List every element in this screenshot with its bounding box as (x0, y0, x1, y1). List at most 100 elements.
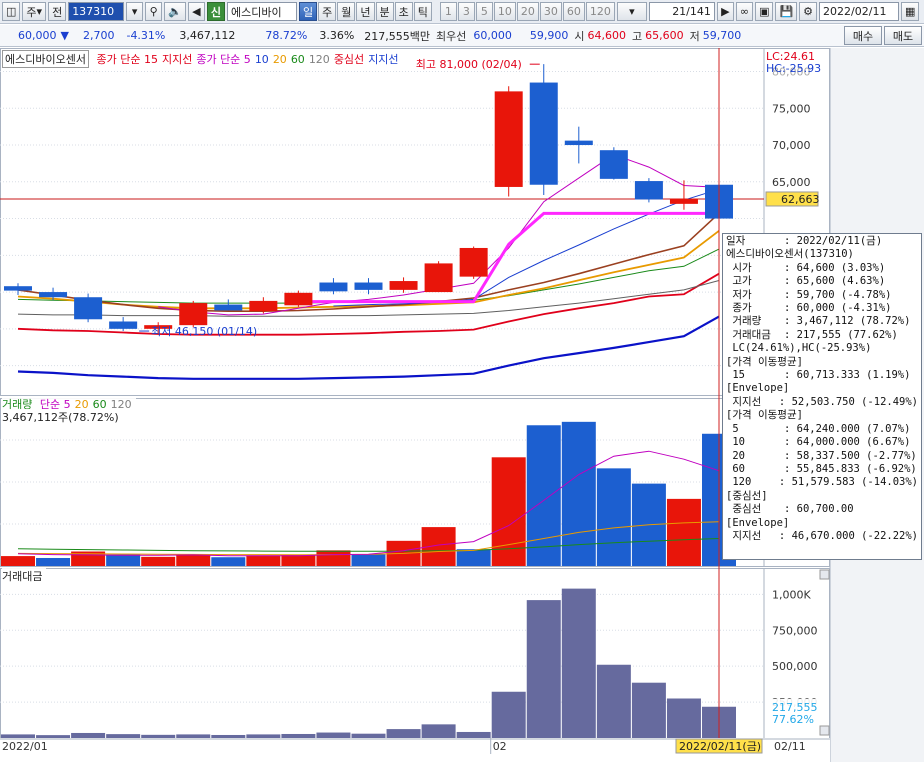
period-tab-3[interactable]: 년 (356, 2, 375, 21)
stock-code-input[interactable]: 137310 (68, 2, 125, 21)
amount-current-pct: 77.62% (772, 713, 814, 726)
price-legend-item-1[interactable]: 지지선 (162, 53, 192, 66)
sell-button[interactable]: 매도 (884, 26, 922, 45)
price-tick-label: 75,000 (772, 102, 811, 115)
link-icon[interactable]: ∞ (735, 2, 754, 21)
price-legend-item-4[interactable]: 20 (273, 53, 287, 66)
popup-line: 120: 51,579.583 (-14.03%) (726, 476, 918, 489)
volume-bar (246, 555, 281, 566)
volume-bar (176, 555, 211, 566)
popup-line: 60: 55,845.833 (-6.92%) (726, 463, 918, 476)
popup-line: [Envelope] (726, 382, 918, 395)
price-legend-item-3[interactable]: 10 (255, 53, 269, 66)
interval-tab-10[interactable]: 10 (493, 2, 516, 21)
popup-line: 시가: 64,600 (3.03%) (726, 262, 918, 275)
open-price: 64,600 (587, 29, 627, 42)
candle-body (109, 321, 138, 329)
high-annotation: 최고 81,000 (02/04) (416, 58, 522, 71)
popup-value: [중심선] (726, 489, 768, 502)
period-tab-5[interactable]: 초 (394, 2, 413, 21)
volume-bar (36, 557, 71, 566)
gear-icon[interactable]: ⚙ (799, 2, 818, 21)
candle-body (319, 282, 348, 292)
calendar-icon[interactable]: ▦ (901, 2, 920, 21)
buy-button[interactable]: 매수 (844, 26, 882, 45)
window-icon[interactable]: ▣ (755, 2, 774, 21)
popup-line: 20: 58,337.500 (-2.77%) (726, 450, 918, 463)
code-dropdown-icon[interactable]: ▾ (126, 2, 144, 21)
popup-line: 중심선: 60,700.00 (726, 503, 918, 516)
speaker-icon[interactable]: 🔈 (164, 2, 186, 21)
next-page-icon[interactable]: ▶ (716, 2, 734, 21)
period-tab-6[interactable]: 틱 (413, 2, 432, 21)
popup-value: [가격 이동평균] (726, 409, 803, 422)
period-tab-1[interactable]: 주 (318, 2, 337, 21)
price-legend-item-5[interactable]: 60 (291, 53, 305, 66)
panel-close-icon (819, 569, 830, 580)
candle-body (459, 247, 488, 277)
interval-tab-3[interactable]: 3 (457, 2, 475, 21)
legend-stock-name[interactable]: 에스디바이오센서 (2, 50, 89, 68)
amount-tick-label: 1,000K (772, 588, 811, 601)
popup-value: : 52,503.750 (-12.49%) (778, 395, 918, 408)
price-tick-label: 70,000 (772, 139, 811, 152)
price-summary-row: 60,000 ▼ 2,700 -4.31% 3,467,112 78.72% 3… (0, 25, 924, 47)
x-axis-label: 2022/01 (2, 740, 48, 753)
period-tab-2[interactable]: 월 (337, 2, 356, 21)
price-legend-item-0[interactable]: 종가 단순 15 (96, 53, 157, 66)
popup-line: [가격 이동평균] (726, 409, 918, 422)
candle-body (599, 150, 628, 179)
save-icon[interactable]: 💾 (775, 2, 798, 21)
amount-bar (421, 724, 456, 738)
popup-key: 지지선 (726, 529, 762, 542)
popup-value: 에스디바이오센서(137310) (726, 248, 854, 261)
prev-stock-icon[interactable]: ◀ (187, 2, 205, 21)
amount-bar (456, 731, 491, 738)
popup-key: 고가 (726, 275, 752, 288)
date-field[interactable]: 2022/02/11 (819, 2, 900, 21)
popup-key: 종가 (726, 302, 752, 315)
popup-value: : 60,700.00 (784, 503, 854, 516)
interval-tab-20[interactable]: 20 (516, 2, 539, 21)
period-tab-4[interactable]: 분 (375, 2, 394, 21)
volume-ratio: 78.72% (265, 29, 308, 42)
interval-tab-30[interactable]: 30 (539, 2, 562, 21)
interval-tab-1[interactable]: 1 (439, 2, 457, 21)
interval-tabs: 1 3 5 10 20 30 60 120 (439, 2, 615, 21)
amount-bar (351, 733, 386, 738)
scope-button[interactable]: 전 (48, 2, 67, 21)
low-annotation: 최저 46,150 (01/14) (151, 325, 257, 338)
volume-bar (141, 556, 176, 566)
volume-bar (211, 557, 246, 566)
layout-icon[interactable]: ◫ (2, 2, 21, 21)
low-price: 59,700 (702, 29, 742, 42)
volume-bar (1, 556, 35, 566)
new-badge[interactable]: 신 (206, 2, 226, 21)
interval-tab-120[interactable]: 120 (585, 2, 615, 21)
price-legend-item-6[interactable]: 120 (309, 53, 330, 66)
popup-line: [중심선] (726, 490, 918, 503)
volume-bar (351, 554, 386, 566)
search-icon[interactable]: ⚲ (145, 2, 163, 21)
popup-line: 저가: 59,700 (-4.78%) (726, 289, 918, 302)
amount-bar (36, 735, 71, 738)
best-price-label: 최우선 (436, 29, 467, 43)
popup-value: : 64,240.000 (7.07%) (784, 422, 911, 435)
volume-bar (281, 554, 316, 566)
interval-tab-60[interactable]: 60 (562, 2, 585, 21)
amount-legend-title[interactable]: 거래대금 (2, 570, 42, 583)
period-tab-0[interactable]: 일 (299, 2, 318, 21)
interval-dropdown-icon[interactable]: ▾ (616, 2, 647, 21)
popup-value: : 65,600 (4.63%) (784, 275, 886, 288)
popup-key: 저가 (726, 288, 752, 301)
popup-key: 60 (726, 462, 745, 475)
interval-tab-5[interactable]: 5 (475, 2, 493, 21)
market-select[interactable]: 주 ▾ (22, 2, 47, 21)
popup-line: 일자: 2022/02/11(금) (726, 235, 918, 248)
price-legend-item-7[interactable]: 중심선 (334, 53, 364, 66)
volume-bar (526, 425, 561, 566)
price-legend-item-2[interactable]: 종가 단순 5 (196, 53, 250, 66)
scroll-down-icon (819, 725, 830, 736)
price-legend-item-8[interactable]: 지지선 (368, 53, 398, 66)
popup-value: : 217,555 (77.62%) (784, 328, 898, 341)
